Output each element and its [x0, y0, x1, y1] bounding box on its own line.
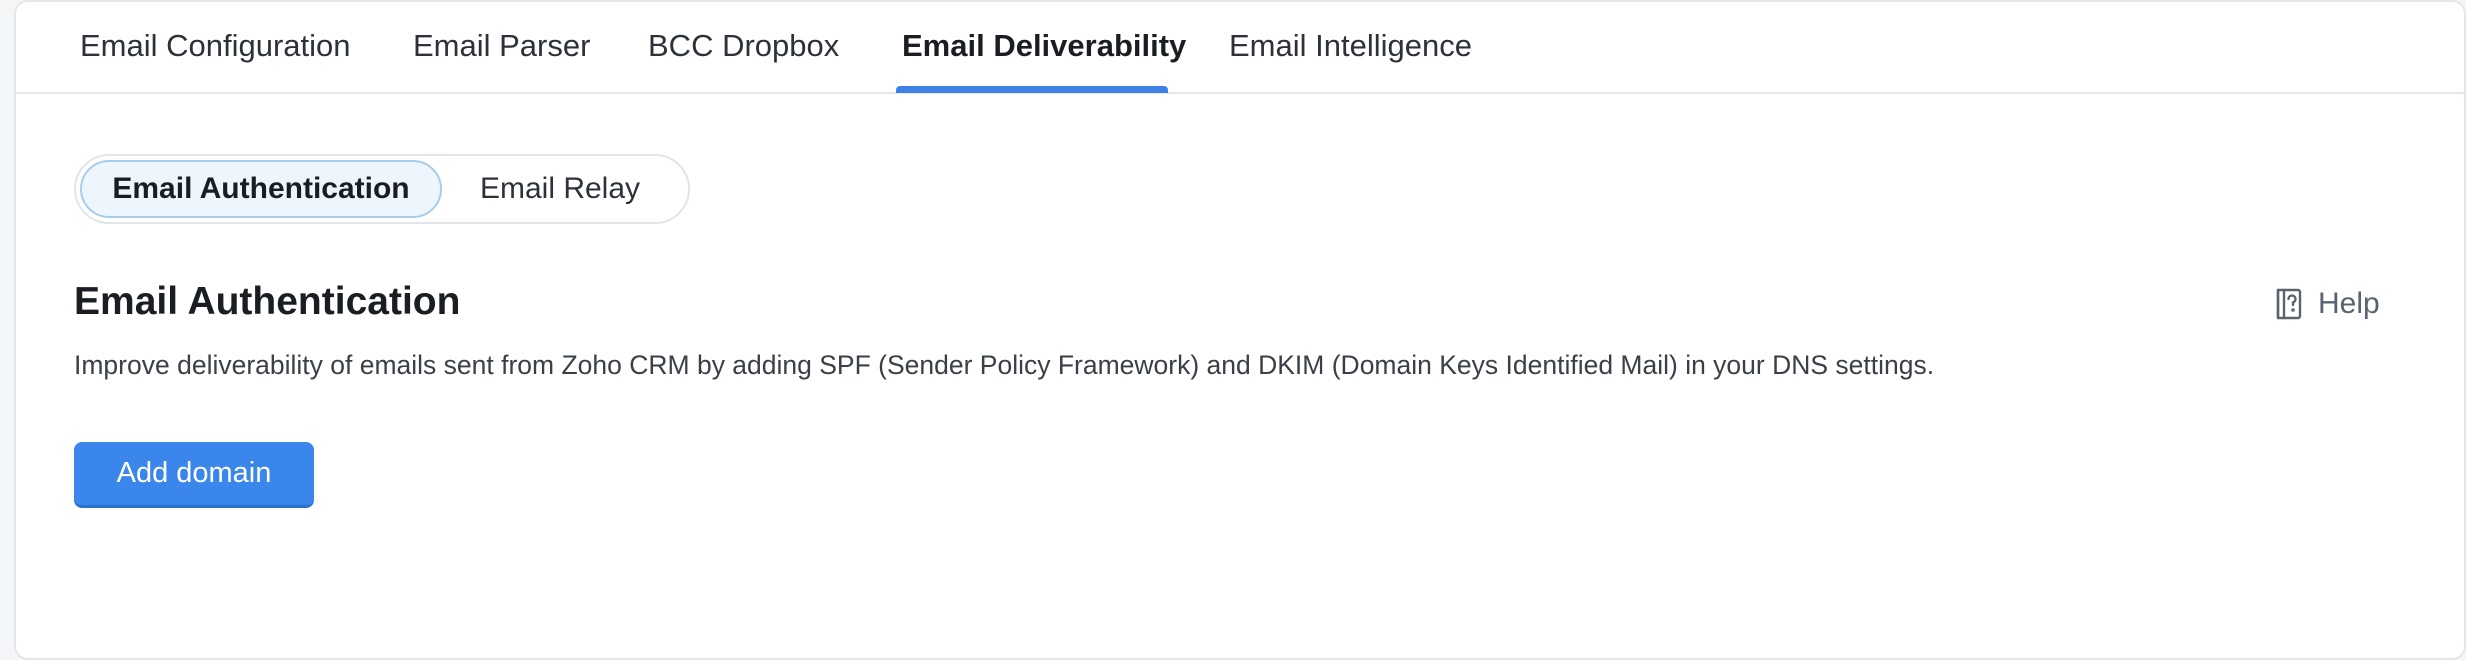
tab-email-deliverability[interactable]: Email Deliverability — [902, 28, 1186, 64]
help-book-icon — [2276, 288, 2302, 320]
tab-email-parser[interactable]: Email Parser — [413, 28, 590, 64]
add-domain-button[interactable]: Add domain — [74, 442, 314, 508]
top-tab-bar: Email Configuration Email Parser BCC Dro… — [16, 2, 2464, 94]
tab-bcc-dropbox[interactable]: BCC Dropbox — [648, 28, 839, 64]
tab-email-configuration[interactable]: Email Configuration — [80, 28, 351, 64]
sub-tab-switcher: Email Authentication Email Relay — [74, 154, 690, 224]
help-link[interactable]: Help — [2274, 284, 2380, 324]
help-label: Help — [2318, 287, 2380, 320]
section-description: Improve deliverability of emails sent fr… — [74, 350, 1935, 380]
settings-panel: Email Configuration Email Parser BCC Dro… — [14, 0, 2466, 660]
subtab-email-relay[interactable]: Email Relay — [476, 160, 644, 218]
tab-email-intelligence[interactable]: Email Intelligence — [1229, 28, 1472, 64]
section-title: Email Authentication — [74, 280, 461, 323]
active-tab-indicator — [896, 86, 1168, 93]
subtab-email-authentication[interactable]: Email Authentication — [80, 160, 442, 218]
